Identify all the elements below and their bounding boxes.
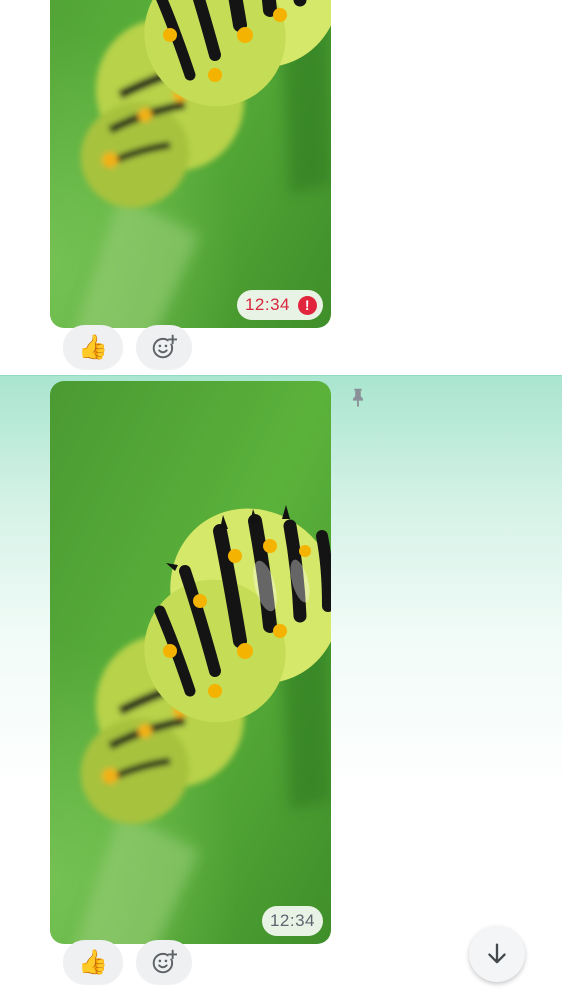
like-reaction-button[interactable]: 👍 bbox=[63, 940, 123, 984]
message-time: 12:34 bbox=[261, 906, 323, 936]
thumbs-up-icon: 👍 bbox=[78, 333, 108, 361]
time-label: 12:34 bbox=[244, 295, 290, 314]
error-icon[interactable]: ! bbox=[298, 295, 317, 315]
like-reaction-button[interactable]: 👍 bbox=[63, 325, 123, 369]
add-reaction-button[interactable] bbox=[136, 325, 192, 369]
caterpillar-photo bbox=[50, 381, 331, 944]
message-time: 12:34 ! bbox=[236, 290, 323, 320]
scroll-to-bottom-button[interactable] bbox=[469, 926, 525, 982]
thumbs-up-icon: 👍 bbox=[78, 948, 108, 976]
caterpillar-photo bbox=[50, 0, 331, 328]
time-label: 12:34 bbox=[269, 911, 315, 930]
image-message[interactable]: 12:34 ! bbox=[50, 0, 331, 328]
image-message[interactable]: 12:34 bbox=[50, 381, 331, 944]
add-reaction-icon bbox=[152, 334, 177, 359]
message-row: 12:34 ! 👍 bbox=[0, 0, 562, 375]
add-reaction-button[interactable] bbox=[136, 940, 192, 984]
pinned-message-row: 12:34 👍 bbox=[0, 375, 562, 1000]
add-reaction-icon bbox=[152, 949, 177, 974]
pin-icon bbox=[352, 388, 364, 408]
arrow-down-icon bbox=[488, 943, 506, 964]
